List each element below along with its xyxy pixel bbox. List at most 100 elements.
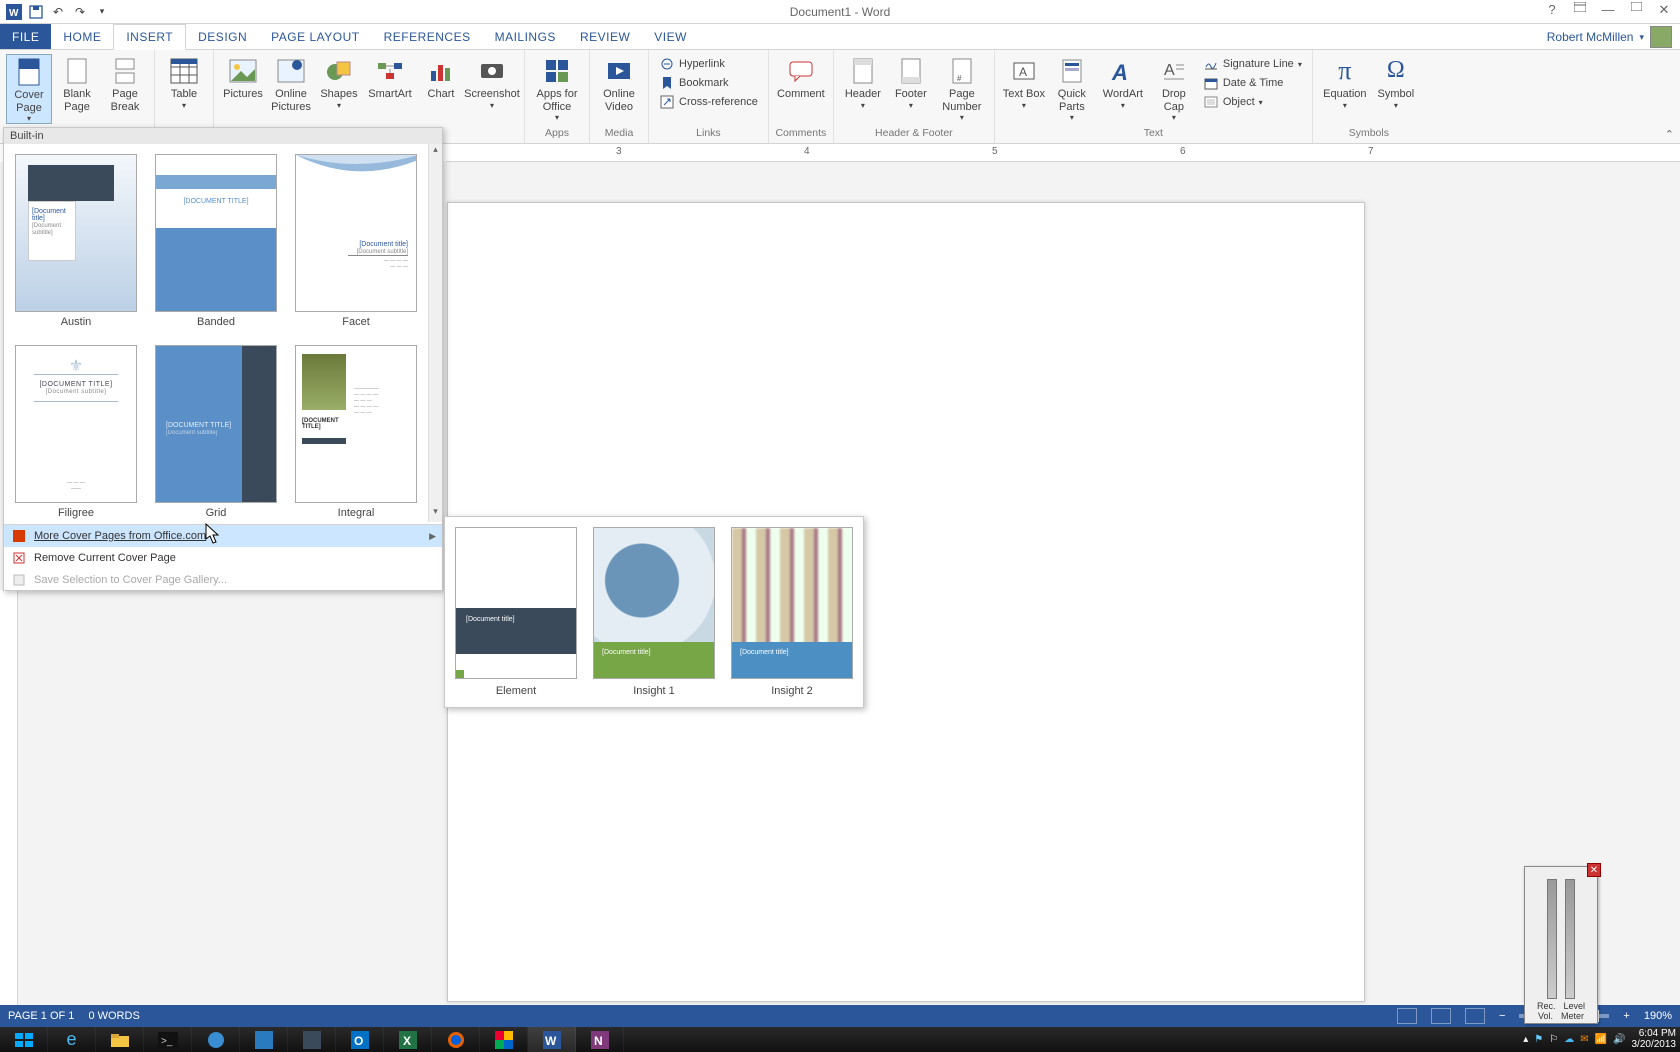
tray-volume-icon[interactable]: 🔊 xyxy=(1613,1034,1625,1045)
gallery-item-facet[interactable]: [Document title][Document subtitle]— — —… xyxy=(294,154,418,329)
object-button[interactable]: Object ▾ xyxy=(1199,93,1306,111)
taskbar-app3-icon[interactable] xyxy=(288,1027,336,1052)
save-icon[interactable] xyxy=(26,2,46,22)
print-layout-icon[interactable] xyxy=(1431,1008,1451,1024)
taskbar-app4-icon[interactable] xyxy=(480,1027,528,1052)
gallery-item-integral[interactable]: [DOCUMENT TITLE]—————— — — —— — —— — — —… xyxy=(294,345,418,520)
tray-outlook-icon[interactable]: ✉ xyxy=(1580,1034,1588,1045)
tab-view[interactable]: VIEW xyxy=(642,24,699,49)
taskbar-app1-icon[interactable] xyxy=(192,1027,240,1052)
taskbar-cmd-icon[interactable]: >_ xyxy=(144,1027,192,1052)
quick-parts-button[interactable]: Quick Parts▾ xyxy=(1049,54,1095,122)
undo-icon[interactable]: ↶ xyxy=(48,2,68,22)
taskbar-clock[interactable]: 6:04 PM3/20/2013 xyxy=(1632,1029,1677,1050)
equation-button[interactable]: πEquation▾ xyxy=(1319,54,1371,110)
gallery-item-filigree[interactable]: [DOCUMENT TITLE][Document subtitle]— — —… xyxy=(14,345,138,520)
apps-for-office-button[interactable]: Apps for Office▾ xyxy=(531,54,583,122)
recording-level-meter[interactable]: ✕ Rec.Level Vol.Meter xyxy=(1524,866,1598,1024)
screenshot-button[interactable]: Screenshot▾ xyxy=(466,54,518,110)
submenu-item-insight2[interactable]: [Document title] Insight 2 xyxy=(731,527,853,697)
zoom-level[interactable]: 190% xyxy=(1644,1010,1672,1022)
taskbar-onenote-icon[interactable]: N xyxy=(576,1027,624,1052)
text-box-button[interactable]: AText Box▾ xyxy=(1001,54,1047,110)
cover-page-gallery: Built-in ▴ ▾ [Document title][Document s… xyxy=(3,127,443,591)
tab-references[interactable]: REFERENCES xyxy=(372,24,483,49)
gallery-item-grid[interactable]: [DOCUMENT TITLE][Document subtitle] Grid xyxy=(154,345,278,520)
tab-mailings[interactable]: MAILINGS xyxy=(483,24,568,49)
tab-file[interactable]: FILE xyxy=(0,24,51,49)
cross-reference-button[interactable]: Cross-reference xyxy=(655,93,762,111)
remove-cover-page-item[interactable]: Remove Current Cover Page xyxy=(4,547,442,569)
signature-line-button[interactable]: Signature Line ▾ xyxy=(1199,55,1306,73)
tab-page-layout[interactable]: PAGE LAYOUT xyxy=(259,24,371,49)
online-video-button[interactable]: Online Video xyxy=(596,54,642,113)
read-mode-icon[interactable] xyxy=(1397,1008,1417,1024)
tab-design[interactable]: DESIGN xyxy=(186,24,259,49)
tab-insert[interactable]: INSERT xyxy=(113,24,186,50)
page-indicator[interactable]: PAGE 1 OF 1 xyxy=(8,1010,74,1022)
tray-shield-icon[interactable]: ⚑ xyxy=(1534,1034,1543,1045)
zoom-out-icon[interactable]: − xyxy=(1499,1010,1505,1022)
collapse-ribbon-icon[interactable]: ⌃ xyxy=(1665,128,1674,141)
more-cover-pages-item[interactable]: More Cover Pages from Office.com ▶ xyxy=(4,525,442,547)
user-dropdown-icon[interactable]: ▾ xyxy=(1639,32,1644,43)
submenu-item-insight1[interactable]: [Document title] Insight 1 xyxy=(593,527,715,697)
taskbar-ie-icon[interactable]: e xyxy=(48,1027,96,1052)
cover-page-button[interactable]: Cover Page▾ xyxy=(6,54,52,124)
page-break-button[interactable]: Page Break xyxy=(102,54,148,113)
maximize-icon[interactable] xyxy=(1622,0,1650,22)
header-button[interactable]: Header▾ xyxy=(840,54,886,110)
start-button[interactable] xyxy=(0,1027,48,1052)
web-layout-icon[interactable] xyxy=(1465,1008,1485,1024)
account-area[interactable]: Robert McMillen ▾ xyxy=(1547,24,1672,50)
online-pictures-button[interactable]: Online Pictures xyxy=(268,54,314,113)
symbol-button[interactable]: ΩSymbol▾ xyxy=(1373,54,1419,110)
smartart-button[interactable]: SmartArt xyxy=(364,54,416,101)
shapes-button[interactable]: Shapes▾ xyxy=(316,54,362,110)
chart-button[interactable]: Chart xyxy=(418,54,464,101)
taskbar-excel-icon[interactable]: X xyxy=(384,1027,432,1052)
date-time-button[interactable]: Date & Time xyxy=(1199,74,1306,92)
blank-page-icon xyxy=(62,56,92,86)
bookmark-button[interactable]: Bookmark xyxy=(655,74,762,92)
group-media: Online Video Media xyxy=(590,50,649,143)
group-header-footer-label: Header & Footer xyxy=(840,127,988,143)
page-number-button[interactable]: #Page Number▾ xyxy=(936,54,988,122)
zoom-in-icon[interactable]: + xyxy=(1623,1010,1629,1022)
tray-cloud-icon[interactable]: ☁ xyxy=(1564,1034,1574,1045)
comment-button[interactable]: Comment xyxy=(775,54,827,101)
wordart-button[interactable]: AWordArt▾ xyxy=(1097,54,1149,110)
ribbon-tabs: FILE HOME INSERT DESIGN PAGE LAYOUT REFE… xyxy=(0,24,1680,50)
pictures-icon xyxy=(228,56,258,86)
pictures-button[interactable]: Pictures xyxy=(220,54,266,101)
ribbon-display-icon[interactable] xyxy=(1566,0,1594,22)
taskbar-explorer-icon[interactable] xyxy=(96,1027,144,1052)
submenu-item-element[interactable]: [Document title] Element xyxy=(455,527,577,697)
gallery-scrollbar[interactable]: ▴ ▾ xyxy=(428,144,442,522)
taskbar-word-icon[interactable]: W xyxy=(528,1027,576,1052)
tray-network-icon[interactable]: 📶 xyxy=(1595,1034,1607,1045)
hyperlink-button[interactable]: Hyperlink xyxy=(655,55,762,73)
gallery-item-banded[interactable]: [DOCUMENT TITLE] Banded xyxy=(154,154,278,329)
tab-home[interactable]: HOME xyxy=(51,24,113,49)
word-app-icon[interactable]: W xyxy=(4,2,24,22)
blank-page-button[interactable]: Blank Page xyxy=(54,54,100,113)
close-icon[interactable]: ✕ xyxy=(1650,0,1678,22)
qat-dropdown-icon[interactable]: ▾ xyxy=(92,2,112,22)
recmeter-close-icon[interactable]: ✕ xyxy=(1587,863,1601,877)
taskbar-outlook-icon[interactable]: O xyxy=(336,1027,384,1052)
tray-up-icon[interactable]: ▴ xyxy=(1523,1034,1528,1045)
footer-button[interactable]: Footer▾ xyxy=(888,54,934,110)
help-icon[interactable]: ? xyxy=(1538,0,1566,22)
gallery-item-austin[interactable]: [Document title][Document subtitle] Aust… xyxy=(14,154,138,329)
drop-cap-button[interactable]: ADrop Cap▾ xyxy=(1151,54,1197,122)
tray-flag-icon[interactable]: ⚐ xyxy=(1549,1034,1558,1045)
taskbar-firefox-icon[interactable] xyxy=(432,1027,480,1052)
avatar[interactable] xyxy=(1650,26,1672,48)
taskbar-app2-icon[interactable] xyxy=(240,1027,288,1052)
tab-review[interactable]: REVIEW xyxy=(568,24,642,49)
table-button[interactable]: Table▾ xyxy=(161,54,207,110)
redo-icon[interactable]: ↷ xyxy=(70,2,90,22)
minimize-icon[interactable]: — xyxy=(1594,0,1622,22)
word-count[interactable]: 0 WORDS xyxy=(88,1010,139,1022)
